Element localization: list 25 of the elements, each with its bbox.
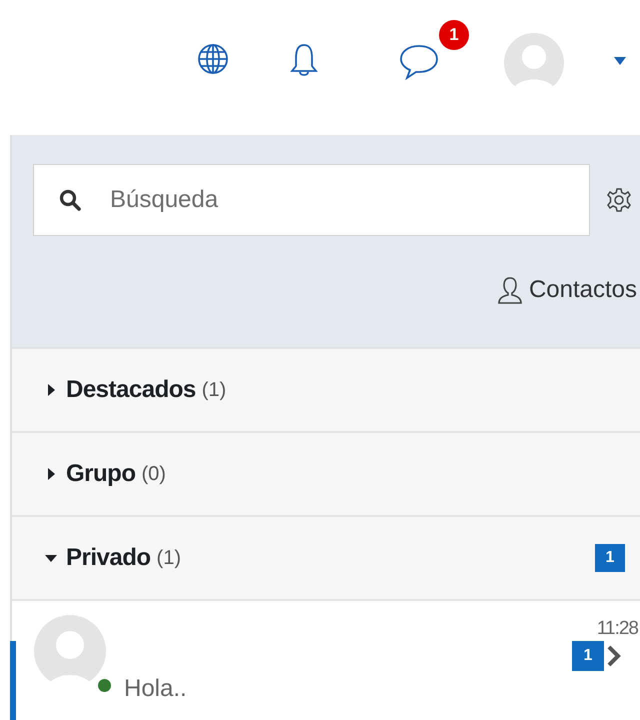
caret-icon[interactable]: [613, 56, 627, 66]
section-header[interactable]: Grupo (0): [12, 431, 640, 515]
unread-count-badge: 1: [572, 641, 604, 671]
bell-icon[interactable]: [288, 42, 320, 78]
section-count: (1): [202, 378, 226, 403]
conversation-item[interactable]: Hola.. 11:28 1: [12, 599, 640, 720]
settings-icon[interactable]: [606, 187, 632, 213]
notification-badge: 1: [439, 20, 469, 50]
search-field[interactable]: Búsqueda: [33, 164, 590, 236]
section-title: Privado: [66, 543, 151, 573]
section-count: (0): [142, 462, 166, 487]
section-title: Destacados: [66, 375, 196, 405]
unread-count-badge: 1: [595, 544, 625, 572]
section-title: Grupo: [66, 459, 136, 489]
section-header[interactable]: Destacados (1): [12, 347, 640, 431]
globe-icon[interactable]: [196, 42, 230, 76]
section-count: (1): [156, 546, 181, 571]
search-icon: [59, 189, 81, 211]
message-preview: Hola..: [124, 674, 187, 704]
chevron-right-icon: [606, 644, 622, 668]
section-header[interactable]: Privado (1) 1: [12, 515, 640, 599]
search-input[interactable]: Búsqueda: [110, 182, 589, 218]
speech-bubble-icon[interactable]: [398, 42, 440, 82]
message-time: 11:28: [596, 617, 638, 641]
contacts-link[interactable]: Contactos: [494, 272, 637, 308]
